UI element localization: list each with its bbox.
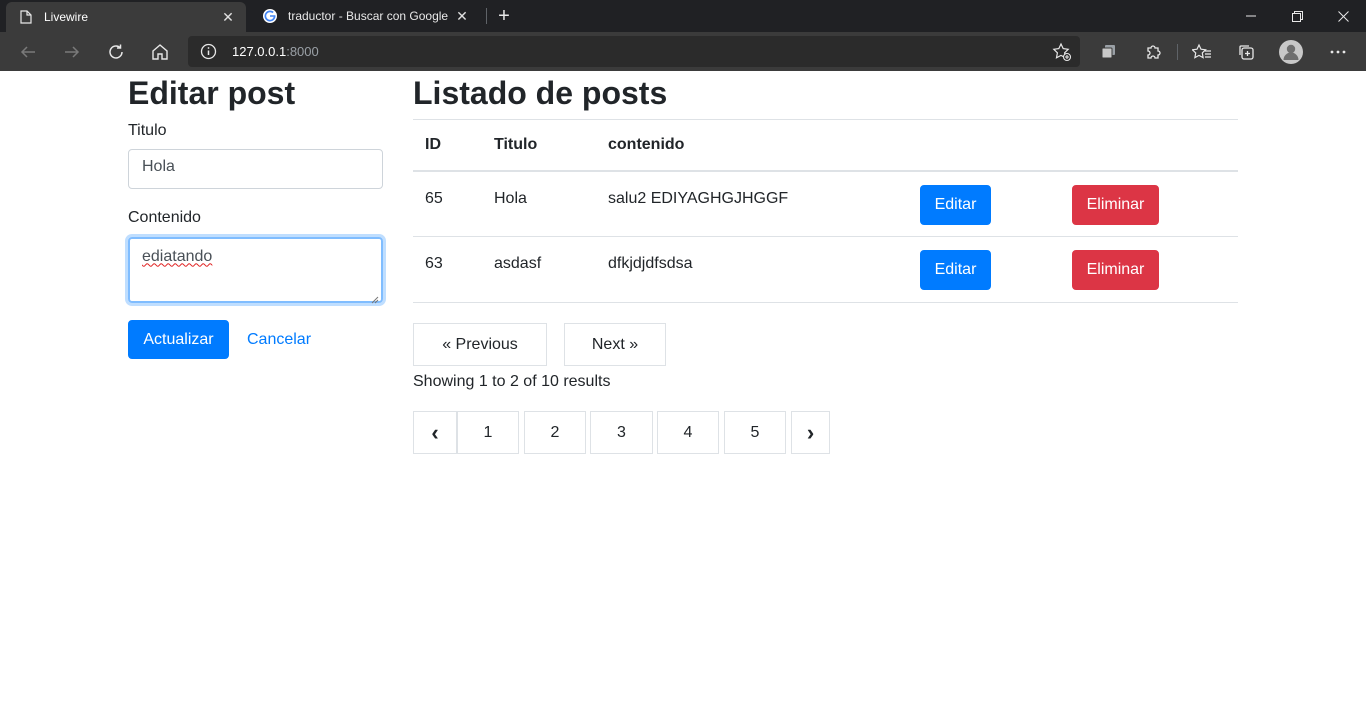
extension-tabs-icon[interactable] xyxy=(1097,40,1121,64)
close-icon[interactable]: ✕ xyxy=(220,9,236,25)
post-title: Hola xyxy=(494,189,527,207)
minimize-icon[interactable] xyxy=(1228,0,1274,32)
page-link-3[interactable]: 3 xyxy=(590,411,653,454)
delete-button[interactable]: Eliminar xyxy=(1072,184,1159,225)
table-row: 65 Hola salu2 EDIYAGHGJHGGF Editar Elimi… xyxy=(413,170,1238,238)
delete-button[interactable]: Eliminar xyxy=(1072,250,1159,291)
list-heading: Listado de posts xyxy=(413,75,668,111)
favorites-icon[interactable] xyxy=(1190,40,1214,64)
tab-separator xyxy=(486,8,487,24)
extensions-icon[interactable] xyxy=(1141,40,1165,64)
tab-google[interactable]: traductor - Buscar con Google ✕ xyxy=(250,0,480,32)
column-header-content: contenido xyxy=(596,119,908,172)
previous-button[interactable]: « Previous xyxy=(413,323,547,366)
content-textarea[interactable]: ediatando xyxy=(128,237,383,304)
form-actions: Actualizar Cancelar xyxy=(128,320,383,360)
update-button[interactable]: Actualizar xyxy=(128,320,229,360)
address-bar[interactable]: 127.0.0.1:8000 xyxy=(188,36,1080,67)
page-link-1[interactable]: 1 xyxy=(457,411,519,454)
post-content: dfkjdjdfsdsa xyxy=(608,255,693,273)
post-content: salu2 EDIYAGHGJHGGF xyxy=(608,189,789,207)
add-favorite-icon[interactable] xyxy=(1052,42,1072,62)
collections-icon[interactable] xyxy=(1234,40,1258,64)
next-page-icon[interactable]: › xyxy=(791,411,830,454)
browser-tab-bar: Livewire ✕ traductor - Buscar con Google… xyxy=(0,0,1366,32)
toolbar-separator xyxy=(1177,44,1178,60)
table-header-row: ID Titulo contenido xyxy=(413,119,1238,172)
url-port: :8000 xyxy=(286,44,319,59)
resize-handle-icon[interactable] xyxy=(371,291,379,304)
cancel-link[interactable]: Cancelar xyxy=(247,331,311,349)
table-row: 63 asdasf dfkjdjdfsdsa Editar Eliminar xyxy=(413,236,1238,304)
form-heading: Editar post xyxy=(128,75,296,111)
posts-table: ID Titulo contenido 65 Hola salu2 EDIYAG… xyxy=(413,119,1238,304)
column-header-title: Titulo xyxy=(482,119,596,172)
more-icon[interactable] xyxy=(1326,40,1350,64)
content-label: Contenido xyxy=(128,209,201,227)
home-icon[interactable] xyxy=(146,38,174,66)
tab-title: traductor - Buscar con Google xyxy=(288,9,449,23)
tab-livewire[interactable]: Livewire ✕ xyxy=(6,2,246,32)
next-button[interactable]: Next » xyxy=(564,323,666,366)
title-label: Titulo xyxy=(128,122,167,140)
title-input[interactable]: Hola xyxy=(128,149,383,190)
browser-toolbar: 127.0.0.1:8000 xyxy=(0,32,1366,71)
post-id: 65 xyxy=(425,189,443,207)
page-icon xyxy=(18,9,34,25)
content-value: ediatando xyxy=(142,248,213,266)
results-summary: Showing 1 to 2 of 10 results xyxy=(413,373,611,390)
prev-page-icon[interactable]: ‹ xyxy=(413,411,457,454)
url-host: 127.0.0.1 xyxy=(232,44,287,59)
page-link-5[interactable]: 5 xyxy=(724,411,786,454)
google-icon xyxy=(262,8,278,24)
column-header-edit xyxy=(908,119,1060,172)
column-header-id: ID xyxy=(413,119,482,172)
tab-title: Livewire xyxy=(44,10,89,24)
page-link-2[interactable]: 2 xyxy=(524,411,586,454)
post-id: 63 xyxy=(425,255,443,273)
new-tab-icon[interactable]: + xyxy=(494,6,514,26)
page-link-4[interactable]: 4 xyxy=(657,411,719,454)
back-icon[interactable] xyxy=(14,38,42,66)
post-title: asdasf xyxy=(494,255,542,273)
close-window-icon[interactable] xyxy=(1320,0,1366,32)
reload-icon[interactable] xyxy=(102,38,130,66)
url-text: 127.0.0.1:8000 xyxy=(232,44,319,59)
info-icon[interactable] xyxy=(200,43,217,60)
profile-avatar-icon[interactable] xyxy=(1279,40,1303,64)
posts-list-section: Listado de posts ID Titulo contenido 65 … xyxy=(413,74,1238,454)
close-icon[interactable]: ✕ xyxy=(454,8,470,24)
restore-icon[interactable] xyxy=(1274,0,1320,32)
edit-post-form: Editar post Titulo Hola Contenido ediata… xyxy=(128,74,383,360)
edit-button[interactable]: Editar xyxy=(920,184,991,225)
column-header-delete xyxy=(1060,119,1238,172)
forward-icon[interactable] xyxy=(58,38,86,66)
edit-button[interactable]: Editar xyxy=(920,250,991,291)
page-content: Editar post Titulo Hola Contenido ediata… xyxy=(0,71,1366,728)
